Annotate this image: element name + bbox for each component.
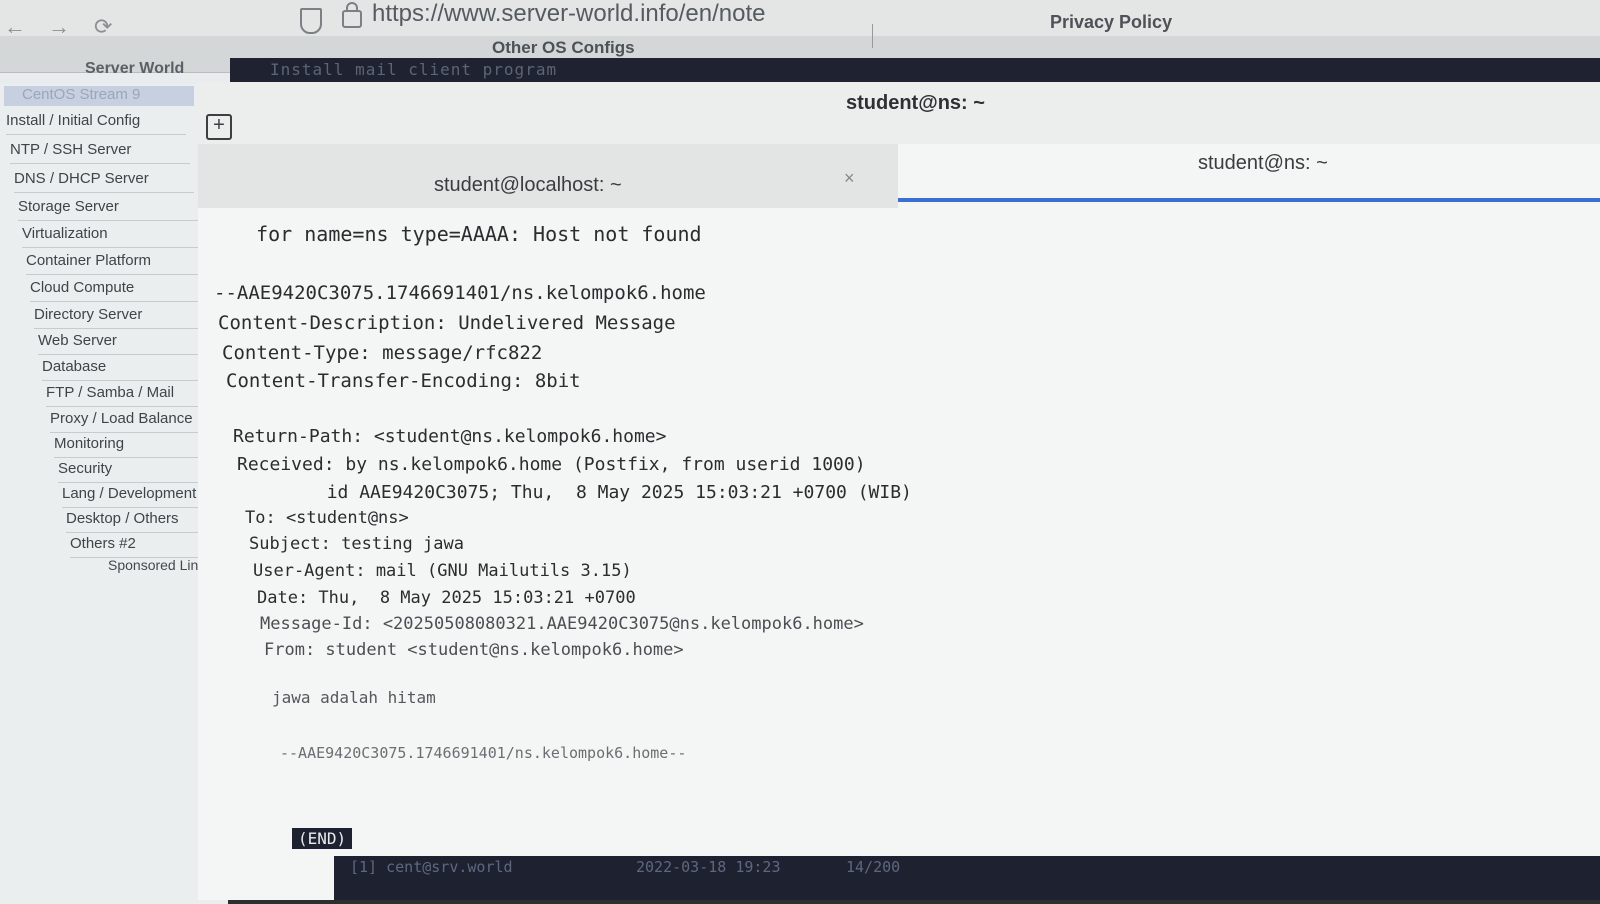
tracking-shield-icon[interactable] <box>300 8 322 34</box>
terminal-line: for name=ns type=AAAA: Host not found <box>232 222 702 246</box>
privacy-policy-link[interactable]: Privacy Policy <box>1050 12 1172 33</box>
code-bar-timestamp: 2022-03-18 19:23 <box>636 858 781 876</box>
terminal-line: Content-Description: Undelivered Message <box>218 312 676 334</box>
terminal-line: Received: by ns.kelompok6.home (Postfix,… <box>237 454 866 475</box>
tab-label: student@localhost: ~ <box>434 174 622 196</box>
terminal-line: Content-Transfer-Encoding: 8bit <box>226 370 581 392</box>
header-divider <box>872 24 873 48</box>
terminal-line: Return-Path: <student@ns.kelompok6.home> <box>233 426 667 447</box>
section-title: Install mail client program <box>270 60 558 79</box>
terminal-line: From: student <student@ns.kelompok6.home… <box>264 640 684 660</box>
sidebar-item-container[interactable]: Container Platform <box>26 248 206 275</box>
site-code-bar <box>334 856 1600 900</box>
sidebar-item-cloud[interactable]: Cloud Compute <box>30 275 210 302</box>
sidebar-item-storage[interactable]: Storage Server <box>18 194 198 221</box>
sidebar-item-ntp-ssh[interactable]: NTP / SSH Server <box>10 137 190 164</box>
address-bar[interactable]: https://www.server-world.info/en/note <box>372 0 766 28</box>
terminal-line: To: <student@ns> <box>245 508 409 528</box>
sidebar-item-database[interactable]: Database <box>42 354 222 381</box>
active-tab-indicator <box>898 198 1600 202</box>
site-title-link[interactable]: Server World <box>85 60 184 78</box>
terminal-line: Content-Type: message/rfc822 <box>222 342 543 364</box>
sidebar-item-directory[interactable]: Directory Server <box>34 302 214 329</box>
terminal-line: Subject: testing jawa <box>249 534 464 554</box>
screen: ← → ⟳ https://www.server-world.info/en/n… <box>0 0 1600 904</box>
sidebar-item-install[interactable]: Install / Initial Config <box>6 108 186 135</box>
lock-icon[interactable] <box>342 2 362 28</box>
terminal-line: jawa adalah hitam <box>272 688 436 707</box>
terminal-line: --AAE9420C3075.1746691401/ns.kelompok6.h… <box>280 744 687 762</box>
tab-student-localhost[interactable]: student@localhost: ~ × <box>198 144 898 208</box>
tab-label: student@ns: ~ <box>1198 152 1328 174</box>
terminal-line: id AAE9420C3075; Thu, 8 May 2025 15:03:2… <box>240 482 912 503</box>
new-tab-button[interactable]: + <box>206 114 232 140</box>
sidebar-os-header[interactable]: CentOS Stream 9 <box>4 86 194 106</box>
sidebar-item-web[interactable]: Web Server <box>38 328 218 355</box>
terminal-window-title: student@ns: ~ <box>846 92 985 114</box>
tab-student-ns[interactable]: student@ns: ~ <box>898 144 1600 208</box>
terminal-headerbar: + student@ns: ~ <box>198 82 1600 145</box>
code-bar-prompt: [1] cent@srv.world <box>350 858 513 876</box>
pager-end-marker: (END) <box>292 828 353 849</box>
sponsored-link-label: Sponsored Link <box>108 557 206 573</box>
terminal-line: --AAE9420C3075.1746691401/ns.kelompok6.h… <box>214 282 706 304</box>
terminal-line: Message-Id: <20250508080321.AAE9420C3075… <box>260 614 864 634</box>
sidebar-item-virtualization[interactable]: Virtualization <box>22 221 202 248</box>
terminal-line: Date: Thu, 8 May 2025 15:03:21 +0700 <box>257 588 636 608</box>
terminal-line: User-Agent: mail (GNU Mailutils 3.15) <box>253 561 632 581</box>
close-tab-icon[interactable]: × <box>844 168 855 189</box>
code-bar-extra: 14/200 <box>846 858 901 876</box>
sidebar-item-dns-dhcp[interactable]: DNS / DHCP Server <box>14 166 194 193</box>
other-os-configs-link[interactable]: Other OS Configs <box>492 38 635 58</box>
